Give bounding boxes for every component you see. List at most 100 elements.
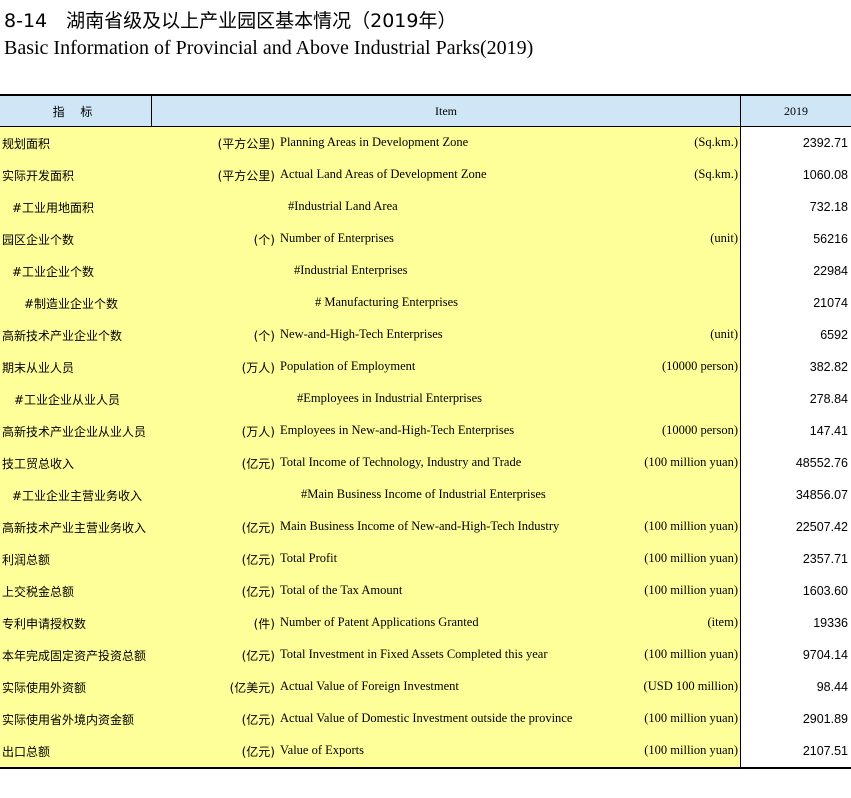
indicator-chinese: 上交税金总额 bbox=[2, 585, 75, 599]
table-body: 规划面积 (平方公里) Planning Areas in Development … bbox=[0, 127, 851, 767]
value-cell: 6592 bbox=[741, 319, 851, 351]
indicator-chinese: 高新技术产业企业从业人员 bbox=[2, 425, 147, 439]
indicator-chinese: 利润总额 bbox=[2, 553, 51, 567]
table-row: #工业企业从业人员 #Employees in Industrial Enterp… bbox=[0, 383, 851, 415]
unit-english: (100 million yuan) bbox=[644, 583, 738, 597]
unit-english: (item) bbox=[707, 615, 738, 629]
value-cell: 1603.60 bbox=[741, 575, 851, 607]
table-row: 技工贸总收入 (亿元) Total Income of Technology, In… bbox=[0, 447, 851, 479]
row-label-cell: 园区企业个数 (个) Number of Enterprises (unit) bbox=[0, 223, 741, 255]
row-label-cell: 出口总额 (亿元) Value of Exports (100 million yua… bbox=[0, 735, 741, 767]
indicator-chinese: 园区企业个数 bbox=[2, 233, 75, 247]
header-item: Item bbox=[151, 96, 741, 126]
row-label-cell: 高新技术产业企业个数 (个) New-and-High-Tech Enterpris… bbox=[0, 319, 741, 351]
value-cell: 1060.08 bbox=[741, 159, 851, 191]
table-row: 实际使用外资额 (亿美元) Actual Value of Foreign Inve… bbox=[0, 671, 851, 703]
indicator-chinese: 出口总额 bbox=[2, 745, 51, 759]
row-label-cell: #工业企业从业人员 #Employees in Industrial Enterp… bbox=[0, 383, 741, 415]
unit-english: (100 million yuan) bbox=[644, 455, 738, 469]
table-row: #工业用地面积 #Industrial Land Area 732.18 bbox=[0, 191, 851, 223]
table-row: 利润总额 (亿元) Total Profit (100 million yuan) 23… bbox=[0, 543, 851, 575]
table-row: 实际使用省外境内资金额 (亿元) Actual Value of Domestic … bbox=[0, 703, 851, 735]
unit-english: (Sq.km.) bbox=[694, 167, 738, 181]
unit-english: (100 million yuan) bbox=[644, 743, 738, 757]
indicator-chinese: 实际开发面积 bbox=[2, 169, 75, 183]
value-cell: 48552.76 bbox=[741, 447, 851, 479]
value-cell: 278.84 bbox=[741, 383, 851, 415]
indicator-english: Total Income of Technology, Industry and… bbox=[280, 455, 522, 469]
unit-chinese: (亿元) bbox=[241, 521, 275, 535]
table-row: #制造业企业个数 # Manufacturing Enterprises 21074 bbox=[0, 287, 851, 319]
value-cell: 22984 bbox=[741, 255, 851, 287]
indicator-english: Number of Enterprises bbox=[280, 231, 394, 245]
row-label-cell: #工业用地面积 #Industrial Land Area bbox=[0, 191, 741, 223]
unit-chinese: (亿元) bbox=[241, 585, 275, 599]
value-cell: 2107.51 bbox=[741, 735, 851, 767]
unit-chinese: (平方公里) bbox=[217, 137, 275, 151]
indicator-english: Planning Areas in Development Zone bbox=[280, 135, 469, 149]
row-label-cell: 技工贸总收入 (亿元) Total Income of Technology, In… bbox=[0, 447, 741, 479]
table-row: 期末从业人员 (万人) Population of Employment (10000… bbox=[0, 351, 851, 383]
row-label-cell: 实际使用省外境内资金额 (亿元) Actual Value of Domestic … bbox=[0, 703, 741, 735]
indicator-english: # Manufacturing Enterprises bbox=[315, 295, 459, 309]
row-label-cell: 期末从业人员 (万人) Population of Employment (10000… bbox=[0, 351, 741, 383]
header-year: 2019 bbox=[741, 96, 851, 126]
table-row: 规划面积 (平方公里) Planning Areas in Development … bbox=[0, 127, 851, 159]
unit-chinese: (亿元) bbox=[241, 713, 275, 727]
data-table: 指 标 Item 2019 规划面积 (平方公里) Planning Areas i… bbox=[0, 94, 851, 769]
row-label-cell: 本年完成固定资产投资总额 (亿元) Total Investment in Fixe… bbox=[0, 639, 741, 671]
unit-chinese: (亿元) bbox=[241, 649, 275, 663]
table-row: 实际开发面积 (平方公里) Actual Land Areas of Develop… bbox=[0, 159, 851, 191]
row-label-cell: 实际使用外资额 (亿美元) Actual Value of Foreign Inve… bbox=[0, 671, 741, 703]
value-cell: 21074 bbox=[741, 287, 851, 319]
header-indicator: 指 标 bbox=[0, 96, 151, 126]
unit-chinese: (个) bbox=[253, 329, 275, 343]
table-row: 出口总额 (亿元) Value of Exports (100 million yua… bbox=[0, 735, 851, 767]
table-header: 指 标 Item 2019 bbox=[0, 96, 851, 127]
unit-english: (100 million yuan) bbox=[644, 551, 738, 565]
indicator-english: Employees in New-and-High-Tech Enterpris… bbox=[280, 423, 515, 437]
value-cell: 732.18 bbox=[741, 191, 851, 223]
value-cell: 34856.07 bbox=[741, 479, 851, 511]
indicator-english: #Main Business Income of Industrial Ente… bbox=[301, 487, 546, 501]
table-row: 高新技术产业企业个数 (个) New-and-High-Tech Enterpris… bbox=[0, 319, 851, 351]
indicator-english: Total of the Tax Amount bbox=[280, 583, 403, 597]
value-cell: 98.44 bbox=[741, 671, 851, 703]
table-row: 上交税金总额 (亿元) Total of the Tax Amount (100 mi… bbox=[0, 575, 851, 607]
value-cell: 56216 bbox=[741, 223, 851, 255]
table-row: 本年完成固定资产投资总额 (亿元) Total Investment in Fixe… bbox=[0, 639, 851, 671]
row-label-cell: 规划面积 (平方公里) Planning Areas in Development … bbox=[0, 127, 741, 159]
unit-chinese: (亿元) bbox=[241, 745, 275, 759]
unit-english: (10000 person) bbox=[661, 359, 738, 373]
unit-english: (10000 person) bbox=[661, 423, 738, 437]
unit-english: (100 million yuan) bbox=[644, 647, 738, 661]
value-cell: 147.41 bbox=[741, 415, 851, 447]
indicator-chinese: 技工贸总收入 bbox=[2, 457, 75, 471]
indicator-english: #Employees in Industrial Enterprises bbox=[297, 391, 483, 405]
table-row: 高新技术产业企业从业人员 (万人) Employees in New-and-Hig… bbox=[0, 415, 851, 447]
indicator-english: Number of Patent Applications Granted bbox=[280, 615, 479, 629]
unit-english: (unit) bbox=[710, 327, 738, 341]
indicator-chinese: 期末从业人员 bbox=[2, 361, 75, 375]
table-row: 高新技术产业主营业务收入 (亿元) Main Business Income of … bbox=[0, 511, 851, 543]
value-cell: 19336 bbox=[741, 607, 851, 639]
indicator-chinese: #制造业企业个数 bbox=[24, 297, 119, 311]
unit-chinese: (亿美元) bbox=[229, 681, 275, 695]
row-label-cell: 专利申请授权数 (件) Number of Patent Applications … bbox=[0, 607, 741, 639]
unit-english: (100 million yuan) bbox=[644, 519, 738, 533]
unit-english: (unit) bbox=[710, 231, 738, 245]
value-cell: 2392.71 bbox=[741, 127, 851, 159]
unit-english: (Sq.km.) bbox=[694, 135, 738, 149]
table-title-english: Basic Information of Provincial and Abov… bbox=[4, 37, 534, 59]
indicator-chinese: 本年完成固定资产投资总额 bbox=[2, 649, 147, 663]
value-cell: 2357.71 bbox=[741, 543, 851, 575]
indicator-chinese: 规划面积 bbox=[2, 137, 51, 151]
unit-chinese: (万人) bbox=[241, 425, 275, 439]
indicator-english: Actual Land Areas of Development Zone bbox=[280, 167, 487, 181]
row-label-cell: 利润总额 (亿元) Total Profit (100 million yuan) bbox=[0, 543, 741, 575]
indicator-chinese: #工业用地面积 bbox=[12, 201, 95, 215]
row-label-cell: 实际开发面积 (平方公里) Actual Land Areas of Develop… bbox=[0, 159, 741, 191]
indicator-english: Main Business Income of New-and-High-Tec… bbox=[280, 519, 560, 533]
row-label-cell: 高新技术产业主营业务收入 (亿元) Main Business Income of … bbox=[0, 511, 741, 543]
indicator-english: Value of Exports bbox=[280, 743, 365, 757]
